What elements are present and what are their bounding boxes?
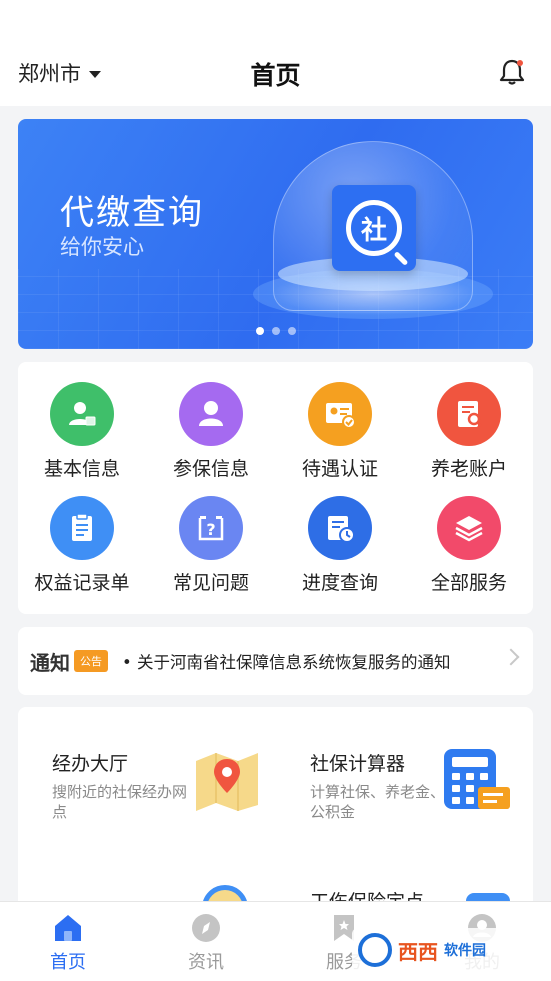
feature-desc: 搜附近的社保经办网点 [52,783,188,821]
carousel-dot[interactable] [287,327,296,335]
service-label: 基本信息 [43,458,120,480]
home-icon [52,912,84,944]
service-insurance-info[interactable]: 参保信息 [147,382,275,481]
compass-icon [190,912,222,944]
bell-icon[interactable] [499,58,525,86]
service-label: 参保信息 [172,458,249,480]
service-label: 养老账户 [430,458,507,480]
watermark-brand: 西西 [398,939,438,964]
chevron-right-icon[interactable] [502,648,520,666]
carousel-dot[interactable] [255,327,264,335]
service-faq[interactable]: ? 常见问题 [147,496,275,595]
service-rights-record[interactable]: 权益记录单 [18,496,146,595]
calculator-icon [442,747,512,813]
account-search-icon [437,382,501,446]
page-title: 首页 [250,61,301,90]
feature-title: 经办大厅 [52,753,129,775]
service-label: 常见问题 [172,572,249,594]
service-pension-account[interactable]: 养老账户 [405,382,533,481]
carousel-indicator [18,327,533,335]
notice-badge: 公告 [74,650,108,672]
logo-char: 社 [360,215,387,246]
carousel-dot[interactable] [271,327,280,335]
map-pin-icon [194,747,260,813]
service-basic-info[interactable]: 基本信息 [18,382,146,481]
watermark-icon [358,933,392,967]
service-label: 进度查询 [301,572,378,594]
tab-news[interactable]: 资讯 [166,912,246,974]
service-all-services[interactable]: 全部服务 [405,496,533,595]
layers-icon [437,496,501,560]
banner-title: 代缴查询 [60,193,204,233]
service-label: 全部服务 [430,572,507,594]
clipboard-icon [50,496,114,560]
notice-text[interactable]: • 关于河南省社保障信息系统恢复服务的通知 [122,649,450,673]
watermark-logo: 西西 软件园 [352,928,532,972]
feature-calculator[interactable]: 社保计算器 计算社保、养老金、公积金 [310,749,450,822]
social-security-logo-icon: 社 [332,185,416,271]
tab-label: 资讯 [188,952,224,973]
banner-subtitle: 给你安心 [60,235,144,259]
person-card-icon [50,382,114,446]
id-card-check-icon [308,382,372,446]
question-icon: ? [179,496,243,560]
feature-desc: 计算社保、养老金、公积金 [310,783,446,821]
feature-title: 社保计算器 [310,753,406,775]
svg-text:?: ? [206,520,215,539]
watermark-sub: 软件园 [444,943,486,959]
feature-service-hall[interactable]: 经办大厅 搜附近的社保经办网点 [52,749,192,822]
notice-bar[interactable]: 通知 公告 • 关于河南省社保障信息系统恢复服务的通知 [18,627,533,695]
progress-clock-icon [308,496,372,560]
notice-title: 通知 [30,650,70,675]
services-grid: 基本信息 参保信息 待遇认证 养老账户 权益记录单 ? 常见问题 进度查询 全部… [18,362,533,614]
top-header: 郑州市 首页 [0,0,551,106]
service-progress-query[interactable]: 进度查询 [276,496,404,595]
banner-carousel[interactable]: 代缴查询 给你安心 社 [18,119,533,349]
service-benefit-cert[interactable]: 待遇认证 [276,382,404,481]
tab-label: 首页 [50,952,86,973]
service-label: 待遇认证 [301,458,378,480]
tab-home[interactable]: 首页 [28,912,108,974]
user-icon [179,382,243,446]
service-label: 权益记录单 [34,572,130,594]
